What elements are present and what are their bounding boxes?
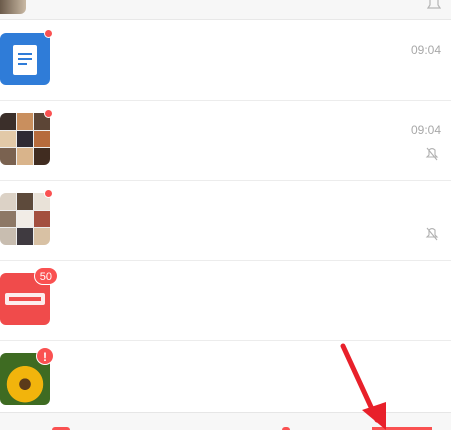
mute-bell-icon — [425, 227, 439, 241]
avatar: 50 — [0, 267, 58, 325]
chat-time: 09:04 — [410, 43, 441, 57]
brand-logo-icon — [5, 293, 45, 305]
avatar — [0, 29, 53, 85]
avatar — [0, 0, 26, 14]
unread-dot — [44, 109, 53, 118]
previous-chat-row-edge[interactable] — [0, 0, 451, 20]
mute-bell-icon — [425, 147, 439, 161]
group-avatar — [0, 109, 53, 165]
chat-row[interactable]: 09:04 — [0, 101, 451, 181]
alert-badge: ! — [36, 347, 54, 365]
chat-row[interactable] — [0, 181, 451, 261]
chat-row[interactable]: 50 — [0, 261, 451, 341]
chat-row[interactable]: ! — [0, 341, 451, 413]
chat-time: 09:04 — [410, 123, 441, 137]
unread-dot — [44, 29, 53, 38]
unread-count-badge: 50 — [33, 267, 58, 285]
unread-dot — [44, 189, 53, 198]
document-icon — [13, 45, 37, 75]
group-avatar — [0, 189, 53, 245]
chat-row[interactable]: 09:04 — [0, 21, 451, 101]
mute-bell-icon — [427, 0, 441, 9]
bottom-tab-bar — [0, 412, 451, 430]
avatar: ! — [0, 347, 54, 405]
